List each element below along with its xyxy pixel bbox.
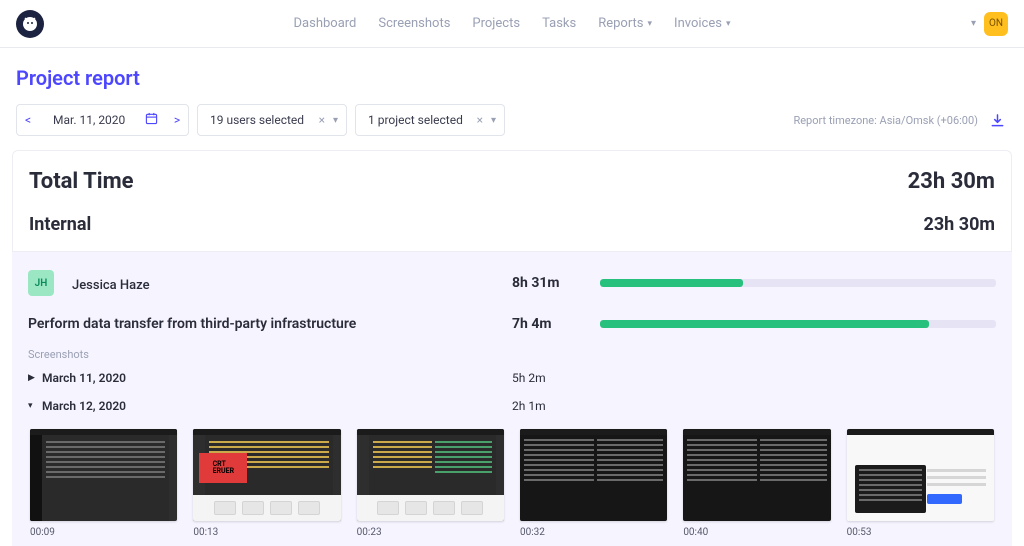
day-date: March 11, 2020 [42, 371, 512, 385]
report-body: JH Jessica Haze 8h 31m Perform data tran… [12, 252, 1012, 546]
nav-dashboard[interactable]: Dashboard [294, 16, 357, 31]
expand-icon[interactable]: ▶ [28, 373, 42, 383]
screenshot-time: 00:40 [683, 527, 830, 538]
top-nav: Dashboard Screenshots Projects Tasks Rep… [0, 0, 1024, 48]
chevron-down-icon: ▾ [491, 115, 496, 126]
chevron-down-icon: ▾ [333, 115, 338, 126]
day-date: March 12, 2020 [42, 399, 512, 413]
date-prev-button[interactable]: < [17, 113, 39, 127]
project-time-value: 23h 30m [924, 214, 995, 235]
timezone-label: Report timezone: Asia/Omsk (+06:00) [793, 114, 978, 127]
download-button[interactable] [986, 113, 1008, 128]
user-name: Jessica Haze [72, 278, 150, 293]
day-row[interactable]: ▾ March 12, 2020 2h 1m [28, 399, 996, 413]
task-row[interactable]: Perform data transfer from third-party i… [28, 316, 996, 332]
screenshot-time: 00:23 [357, 527, 504, 538]
users-clear-icon[interactable]: × [319, 113, 325, 127]
screenshot-thumbnail[interactable] [847, 429, 994, 521]
nav-invoices[interactable]: Invoices▾ [674, 16, 730, 31]
nav-center: Dashboard Screenshots Projects Tasks Rep… [294, 16, 731, 31]
screenshot-thumbnail[interactable] [357, 429, 504, 521]
user-progress-bar [600, 279, 996, 287]
project-name-label: Internal [29, 214, 91, 235]
day-time: 5h 2m [512, 371, 546, 385]
date-range-picker[interactable]: < Mar. 11, 2020 > [16, 104, 189, 136]
screenshot-thumbnail[interactable] [520, 429, 667, 521]
nav-projects[interactable]: Projects [472, 16, 520, 31]
calendar-icon[interactable] [137, 112, 166, 129]
nav-screenshots[interactable]: Screenshots [378, 16, 450, 31]
screenshot-thumbnails: 00:09 CRTERUER 00:13 00:23 [28, 427, 996, 538]
nav-reports[interactable]: Reports▾ [598, 16, 652, 31]
task-progress-bar [600, 320, 996, 328]
total-time-value: 23h 30m [908, 169, 995, 194]
task-name: Perform data transfer from third-party i… [28, 316, 512, 332]
nav-tasks[interactable]: Tasks [542, 16, 576, 31]
projects-select[interactable]: 1 project selected × ▾ [355, 104, 505, 136]
screenshot-time: 00:32 [520, 527, 667, 538]
day-time: 2h 1m [512, 399, 546, 413]
screenshot-time: 00:09 [30, 527, 177, 538]
date-next-button[interactable]: > [166, 113, 188, 127]
screenshot-thumbnail[interactable]: CRTERUER [193, 429, 340, 521]
projects-clear-icon[interactable]: × [477, 113, 483, 127]
chevron-down-icon: ▾ [648, 19, 653, 29]
screenshot-thumbnail[interactable] [683, 429, 830, 521]
user-avatar: JH [28, 270, 54, 296]
filter-bar: < Mar. 11, 2020 > 19 users selected × ▾ … [0, 104, 1024, 150]
user-time: 8h 31m [512, 275, 592, 291]
chevron-down-icon: ▾ [726, 19, 731, 29]
date-value[interactable]: Mar. 11, 2020 [39, 113, 137, 127]
current-user-avatar[interactable]: ON [984, 12, 1008, 36]
users-select[interactable]: 19 users selected × ▾ [197, 104, 347, 136]
nav-right: ▾ ON [971, 12, 1008, 36]
collapse-icon[interactable]: ▾ [28, 401, 42, 411]
screenshot-time: 00:53 [847, 527, 994, 538]
projects-select-label: 1 project selected [368, 113, 463, 127]
screenshot-time: 00:13 [193, 527, 340, 538]
user-menu-chevron-icon[interactable]: ▾ [971, 18, 976, 29]
day-row[interactable]: ▶ March 11, 2020 5h 2m [28, 371, 996, 385]
users-select-label: 19 users selected [210, 113, 304, 127]
summary-card: Total Time 23h 30m Internal 23h 30m [12, 150, 1012, 252]
page-title: Project report [0, 48, 1024, 104]
screenshots-label: Screenshots [28, 348, 996, 361]
user-row[interactable]: JH Jessica Haze 8h 31m [28, 270, 996, 296]
total-time-label: Total Time [29, 169, 134, 194]
app-logo[interactable] [16, 10, 44, 38]
screenshot-thumbnail[interactable] [30, 429, 177, 521]
task-time: 7h 4m [512, 316, 592, 332]
